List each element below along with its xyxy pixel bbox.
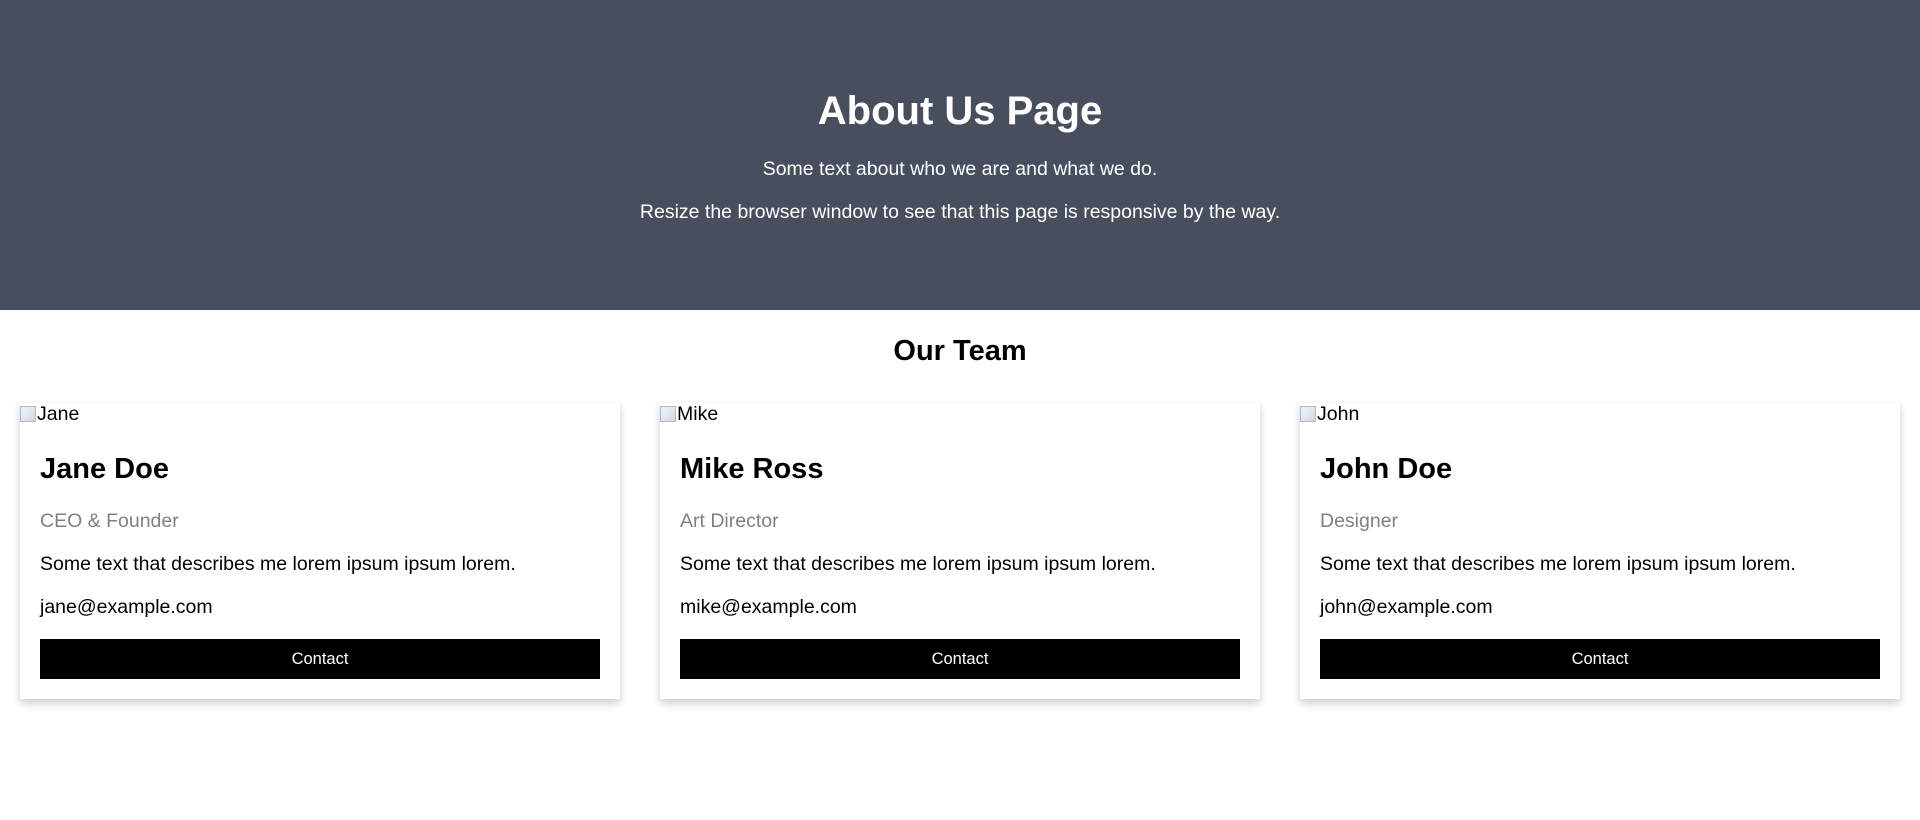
team-card-jane: Jane Jane Doe CEO & Founder Some text th…: [20, 403, 620, 699]
profile-image: Jane: [20, 403, 620, 426]
contact-button[interactable]: Contact: [40, 639, 600, 679]
card-content: John Doe Designer Some text that describ…: [1300, 453, 1900, 679]
member-role: Art Director: [680, 510, 779, 532]
profile-image: Mike: [660, 403, 1260, 426]
contact-button[interactable]: Contact: [680, 639, 1240, 679]
member-role: Designer: [1320, 510, 1399, 532]
member-email: john@example.com: [1320, 596, 1493, 618]
member-role: CEO & Founder: [40, 510, 179, 532]
card-content: Jane Doe CEO & Founder Some text that de…: [20, 453, 620, 679]
hero-intro-text: Some text about who we are and what we d…: [762, 158, 1158, 180]
broken-image-icon: [1300, 406, 1316, 422]
member-name: Jane Doe: [40, 453, 169, 485]
page-title: About Us Page: [817, 89, 1103, 133]
member-description: Some text that describes me lorem ipsum …: [680, 553, 1156, 575]
contact-button[interactable]: Contact: [1320, 639, 1880, 679]
profile-image-alt: John: [1317, 403, 1360, 425]
card-content: Mike Ross Art Director Some text that de…: [660, 453, 1260, 679]
member-email: jane@example.com: [40, 596, 213, 618]
hero-responsive-note: Resize the browser window to see that th…: [639, 201, 1281, 223]
profile-image-alt: Jane: [37, 403, 80, 425]
member-email: mike@example.com: [680, 596, 857, 618]
team-heading: Our Team: [893, 335, 1027, 367]
broken-image-icon: [660, 406, 676, 422]
member-description: Some text that describes me lorem ipsum …: [1320, 553, 1796, 575]
team-card-john: John John Doe Designer Some text that de…: [1300, 403, 1900, 699]
about-hero: About Us Page Some text about who we are…: [0, 0, 1920, 310]
member-name: John Doe: [1320, 453, 1453, 485]
profile-image: John: [1300, 403, 1900, 426]
team-row: Jane Jane Doe CEO & Founder Some text th…: [0, 403, 1920, 699]
profile-image-alt: Mike: [677, 403, 719, 425]
broken-image-icon: [20, 406, 36, 422]
member-description: Some text that describes me lorem ipsum …: [40, 553, 516, 575]
member-name: Mike Ross: [680, 453, 824, 485]
team-card-mike: Mike Mike Ross Art Director Some text th…: [660, 403, 1260, 699]
